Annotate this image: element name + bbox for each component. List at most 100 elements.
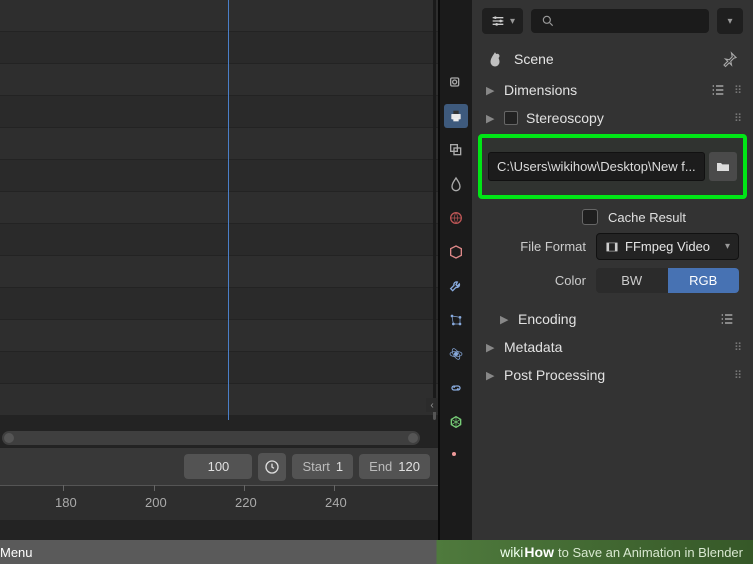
scene-icon	[486, 50, 504, 68]
section-encoding[interactable]: ▶ Encoding	[472, 305, 753, 333]
track-row[interactable]	[0, 192, 438, 224]
chevron-right-icon: ▶	[500, 313, 512, 326]
options-dropdown[interactable]: ▾	[717, 8, 743, 34]
timeline-ruler[interactable]: 180 200 220 240	[0, 485, 438, 520]
track-row[interactable]	[0, 128, 438, 160]
color-label: Color	[486, 273, 586, 288]
current-frame-field[interactable]: 100	[184, 454, 252, 479]
track-row[interactable]	[0, 384, 438, 416]
camera-back-icon	[448, 74, 464, 90]
physics-icon	[448, 346, 464, 362]
track-row[interactable]	[0, 288, 438, 320]
tab-constraints[interactable]	[444, 376, 468, 400]
ruler-tick: 180	[55, 495, 77, 510]
section-stereoscopy[interactable]: ▶ Stereoscopy ⠿	[472, 104, 753, 132]
cache-result-checkbox[interactable]	[582, 209, 598, 225]
track-row[interactable]	[0, 96, 438, 128]
ruler-tick: 220	[235, 495, 257, 510]
tab-physics[interactable]	[444, 342, 468, 366]
article-title: to Save an Animation in Blender	[558, 545, 753, 560]
section-metadata[interactable]: ▶ Metadata ⠿	[472, 333, 753, 361]
drag-handle-icon[interactable]: ⠿	[734, 84, 743, 97]
color-row: Color BW RGB	[472, 264, 753, 297]
search-icon	[541, 14, 555, 28]
track-row[interactable]	[0, 32, 438, 64]
start-label: Start	[302, 459, 329, 474]
tab-render[interactable]	[444, 70, 468, 94]
tab-material[interactable]	[444, 444, 468, 468]
track-row[interactable]	[0, 224, 438, 256]
footer: Menu wikiHow to Save an Animation in Ble…	[0, 540, 753, 564]
browse-folder-button[interactable]	[709, 152, 737, 181]
section-label: Metadata	[504, 339, 734, 355]
particles-icon	[448, 312, 464, 328]
tab-output[interactable]	[444, 104, 468, 128]
pin-icon[interactable]	[721, 50, 739, 68]
world-icon	[448, 210, 464, 226]
playhead[interactable]	[228, 0, 229, 420]
ruler-tick: 200	[145, 495, 167, 510]
section-label: Dimensions	[504, 82, 710, 98]
drag-handle-icon[interactable]: ⠿	[734, 369, 743, 382]
chevron-right-icon: ▶	[486, 341, 498, 354]
properties-search[interactable]	[531, 9, 709, 33]
color-segmented: BW RGB	[596, 268, 739, 293]
file-format-label: File Format	[486, 239, 586, 254]
video-icon	[605, 240, 619, 254]
track-row[interactable]	[0, 320, 438, 352]
tab-viewlayer[interactable]	[444, 138, 468, 162]
timeline-controls: 100 Start 1 End 120	[0, 447, 438, 485]
tab-particles[interactable]	[444, 308, 468, 332]
stereoscopy-checkbox[interactable]	[504, 111, 518, 125]
drag-handle-icon[interactable]: ⠿	[734, 112, 743, 125]
file-format-dropdown[interactable]: FFmpeg Video ▾	[596, 233, 739, 260]
track-row[interactable]	[0, 64, 438, 96]
current-frame-value: 100	[208, 459, 230, 474]
start-frame-field[interactable]: Start 1	[292, 454, 353, 479]
track-row[interactable]	[0, 0, 438, 32]
output-path-highlight: C:\Users\wikihow\Desktop\New f...	[478, 134, 747, 199]
editor-type-dropdown[interactable]: ▾	[482, 8, 523, 34]
color-bw-option[interactable]: BW	[596, 268, 668, 293]
folder-icon	[715, 159, 731, 175]
cache-result-row: Cache Result	[472, 205, 753, 229]
logo-wiki: wiki	[500, 544, 523, 560]
drag-handle-icon[interactable]: ⠿	[734, 341, 743, 354]
logo-how: How	[524, 544, 554, 560]
cube-icon	[448, 244, 464, 260]
presets-icon[interactable]	[719, 311, 735, 327]
section-label: Stereoscopy	[526, 110, 734, 126]
ruler-tick: 240	[325, 495, 347, 510]
scene-header: Scene	[472, 42, 753, 76]
clock-icon	[264, 459, 280, 475]
scene-label: Scene	[514, 51, 711, 67]
droplet-icon	[448, 176, 464, 192]
track-row[interactable]	[0, 256, 438, 288]
link-icon	[448, 380, 464, 396]
start-value: 1	[336, 459, 343, 474]
file-format-value: FFmpeg Video	[625, 239, 710, 254]
color-rgb-option[interactable]: RGB	[668, 268, 740, 293]
tab-object[interactable]	[444, 240, 468, 264]
tab-modifiers[interactable]	[444, 274, 468, 298]
properties-header: ▾ ▾	[472, 0, 753, 42]
collapse-chevron-icon[interactable]: ‹	[426, 398, 438, 412]
auto-keying-toggle[interactable]	[258, 453, 286, 481]
track-row[interactable]	[0, 352, 438, 384]
section-dimensions[interactable]: ▶ Dimensions ⠿	[472, 76, 753, 104]
printer-icon	[448, 108, 464, 124]
presets-icon[interactable]	[710, 82, 726, 98]
end-frame-field[interactable]: End 120	[359, 454, 430, 479]
track-row[interactable]	[0, 160, 438, 192]
output-path-field[interactable]: C:\Users\wikihow\Desktop\New f...	[488, 152, 705, 181]
section-post-processing[interactable]: ▶ Post Processing ⠿	[472, 361, 753, 389]
tab-data[interactable]	[444, 410, 468, 434]
vertical-scrollbar[interactable]	[433, 0, 436, 420]
sliders-icon	[490, 13, 506, 29]
layers-icon	[448, 142, 464, 158]
tab-scene[interactable]	[444, 172, 468, 196]
cache-result-label: Cache Result	[608, 210, 686, 225]
chevron-right-icon: ▶	[486, 112, 498, 125]
timeline-scrollbar[interactable]	[2, 431, 420, 445]
tab-world[interactable]	[444, 206, 468, 230]
